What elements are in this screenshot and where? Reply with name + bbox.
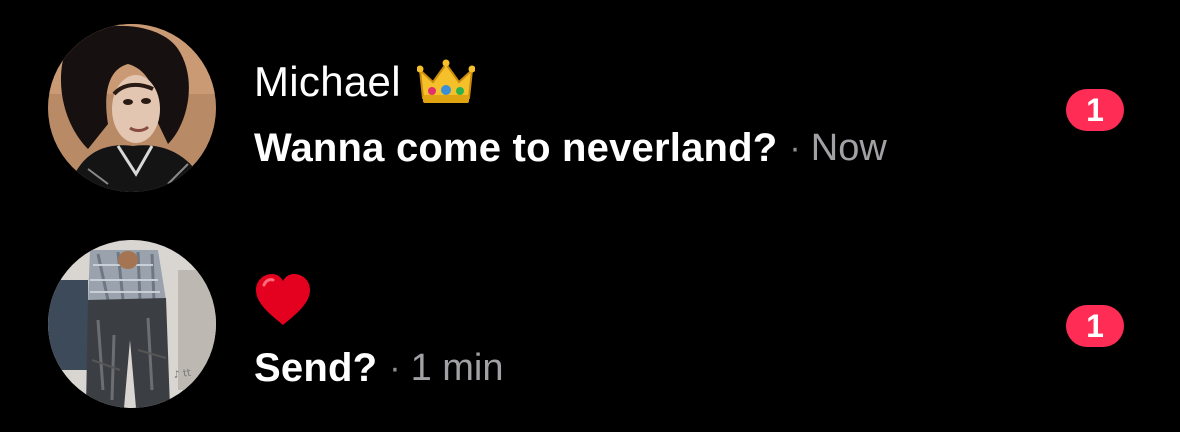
conversation-text: Send? · 1 min [254, 268, 503, 394]
red-heart-icon [254, 273, 312, 327]
conversation-text: Michael Wanna come to neverland? · Now [254, 52, 887, 174]
preview-line: Send? · 1 min [254, 342, 503, 394]
name-line: Michael [254, 52, 887, 112]
conversation-list: Michael Wanna come to neverland? · Now 1… [0, 0, 1180, 432]
separator-dot: · [389, 348, 401, 387]
conversation-row[interactable]: ♪ tt Send? · 1 min 1 [0, 216, 1180, 432]
message-preview: Wanna come to neverland? [254, 125, 778, 170]
avatar[interactable] [48, 24, 216, 192]
avatar-photo [48, 24, 216, 192]
timestamp: 1 min [410, 346, 504, 389]
conversation-row[interactable]: Michael Wanna come to neverland? · Now 1 [0, 0, 1180, 216]
timestamp: Now [810, 126, 887, 169]
contact-name: Michael [254, 58, 401, 105]
unread-badge: 1 [1066, 89, 1124, 131]
name-line [254, 268, 503, 328]
unread-badge: 1 [1066, 305, 1124, 347]
avatar[interactable]: ♪ tt [48, 240, 216, 408]
avatar-photo: ♪ tt [48, 240, 216, 408]
separator-dot: · [789, 128, 801, 167]
crown-icon [416, 58, 475, 106]
preview-line: Wanna come to neverland? · Now [254, 122, 887, 174]
message-preview: Send? [254, 345, 378, 390]
